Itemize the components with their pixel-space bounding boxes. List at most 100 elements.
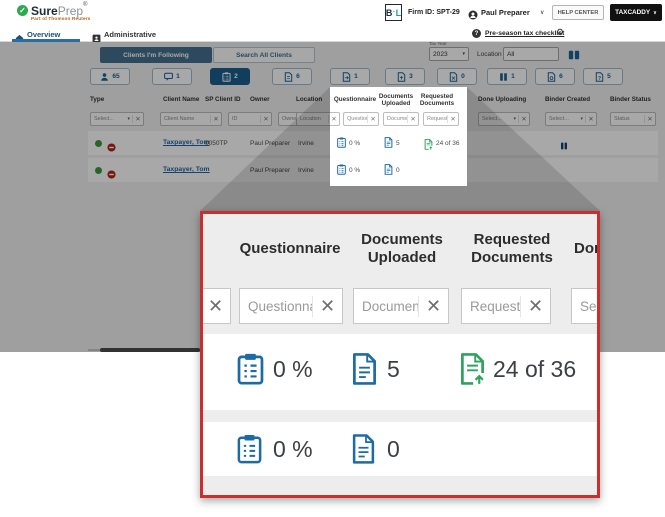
document-export-icon <box>342 71 351 82</box>
horizontal-scrollbar-thumb[interactable] <box>100 348 200 352</box>
preseason-checklist-link[interactable]: Pre-season tax checklist <box>485 30 564 37</box>
clear-filter-icon[interactable]: ✕ <box>585 115 596 123</box>
binder-icon <box>499 72 508 82</box>
status-red-icon <box>107 166 116 184</box>
clear-filter-icon[interactable]: ✕ <box>203 296 230 317</box>
inset-table-row: 0 % 5 24 of 36 <box>203 334 597 410</box>
help-circle-icon: ? <box>472 29 481 38</box>
filter-documents-uploaded[interactable]: Documents✕ <box>383 112 419 126</box>
client-name-link[interactable]: Taxpayer, Tom <box>163 166 210 173</box>
filter-client-name[interactable]: Client Name ✕ <box>160 112 222 126</box>
col-header-client-name[interactable]: Client Name <box>163 96 199 103</box>
clear-filter-icon[interactable]: ✕ <box>518 115 529 123</box>
filter-binder-created[interactable]: Select... ▾ ✕ <box>545 112 597 126</box>
tab-administrative[interactable]: Administrative <box>104 30 156 39</box>
search-all-clients-button[interactable]: Search All Clients <box>213 47 315 63</box>
doc-remove-counter-button[interactable]: 0 <box>437 68 477 85</box>
help-center-button[interactable]: HELP CENTER <box>552 5 604 20</box>
filter-placeholder: Location <box>300 116 321 122</box>
inset-filter-partial-right[interactable]: Select <box>571 288 597 324</box>
clear-filter-icon[interactable]: ✕ <box>367 115 378 123</box>
counter-value: 3 <box>409 73 413 80</box>
status-red-icon <box>107 139 116 157</box>
filter-type[interactable]: Select... ▾ ✕ <box>90 112 144 126</box>
documents-cell: 5 <box>396 140 400 147</box>
documents-page-icon <box>384 137 393 148</box>
clear-filter-icon[interactable]: ✕ <box>447 115 458 123</box>
client-name-link[interactable]: Taxpayer, Tom <box>163 139 210 146</box>
tax-year-select[interactable]: 2023 ▾ <box>429 47 469 61</box>
inset-filter-questionnaire[interactable]: Questionna ✕ <box>239 288 343 324</box>
filter-placeholder: Requested <box>427 116 447 122</box>
location-select[interactable]: All <box>503 47 559 61</box>
tax-year-caret-icon: ▾ <box>462 51 465 57</box>
counter-value: 2 <box>234 73 238 80</box>
col-header-binder-status[interactable]: Binder Status <box>610 96 651 103</box>
filter-location[interactable]: Location ✕ <box>296 112 340 126</box>
binder-counter-button[interactable]: 1 <box>487 68 527 85</box>
clear-filter-icon[interactable]: ✕ <box>328 115 339 123</box>
taxcaddy-button[interactable]: TAXCADDY ∨ <box>610 4 662 21</box>
filter-placeholder: Select... <box>549 116 569 122</box>
col-header-requested-documents[interactable]: Requested Documents <box>414 93 460 107</box>
requested-upload-icon <box>424 137 433 155</box>
clients-counter-button[interactable]: 65 <box>90 68 130 85</box>
clients-following-button[interactable]: Clients I'm Following <box>100 47 212 63</box>
clear-filter-icon[interactable]: ✕ <box>312 295 342 317</box>
filter-requested-documents[interactable]: Requested✕ <box>423 112 459 126</box>
doc-upload-counter-button[interactable]: 3 <box>385 68 425 85</box>
settings-gear-icon[interactable]: ⚙ <box>556 28 564 37</box>
clear-filter-icon[interactable]: ✕ <box>418 295 448 317</box>
col-header-questionnaire[interactable]: Questionnaire <box>332 96 378 103</box>
questionnaire-counter-button[interactable]: 2 <box>210 68 250 85</box>
clear-filter-icon[interactable]: ✕ <box>210 115 221 123</box>
tax-year-label: Tax Year <box>429 41 447 46</box>
col-header-done-uploading[interactable]: Done Uploading <box>478 96 526 103</box>
inset-filter-documents[interactable]: Documents✕ <box>353 288 449 324</box>
filter-questionnaire[interactable]: Questionn✕ <box>343 112 379 126</box>
user-menu-chevron-icon[interactable]: ∨ <box>540 9 544 16</box>
filter-sp-client-id[interactable]: ID ✕ <box>228 112 272 126</box>
inset-col-line2: Documents <box>471 249 553 266</box>
binder-status-counter-button[interactable]: ? 5 <box>583 68 623 85</box>
svg-text:?: ? <box>598 75 601 81</box>
questionnaire-value: 0 % <box>273 436 313 462</box>
filter-placeholder: Select... <box>482 116 502 122</box>
col-header-documents-uploaded[interactable]: Documents Uploaded <box>373 93 419 107</box>
col-header-location[interactable]: Location <box>296 96 322 103</box>
counter-value: 65 <box>112 73 120 80</box>
filter-binder-status[interactable]: Status ✕ <box>610 112 656 126</box>
requested-upload-icon <box>459 352 486 391</box>
binder-created-icon[interactable] <box>560 138 568 156</box>
filter-done-uploading[interactable]: Select... ▾ ✕ <box>478 112 530 126</box>
col-header-type[interactable]: Type <box>90 96 104 103</box>
firm-logo-b: B <box>385 7 393 18</box>
inset-filter-requested[interactable]: Requested✕ <box>461 288 551 324</box>
clear-filter-icon[interactable]: ✕ <box>132 115 143 123</box>
filter-placeholder: Requested <box>470 298 520 314</box>
user-menu[interactable]: Paul Preparer <box>481 8 530 17</box>
documents-counter-button[interactable]: 6 <box>272 68 312 85</box>
clear-filter-icon[interactable]: ✕ <box>407 115 418 123</box>
sp-client-id-cell: 0050TP <box>205 140 228 147</box>
clear-filter-icon[interactable]: ✕ <box>520 295 550 317</box>
sureprep-logo-check-icon: ✓ <box>17 5 28 16</box>
filter-placeholder: Select... <box>94 116 114 122</box>
inset-filter-partial-left[interactable]: ✕ <box>203 288 231 324</box>
messages-counter-button[interactable]: 1 <box>152 68 192 85</box>
doc-export-counter-button[interactable]: 1 <box>330 68 370 85</box>
document-icon <box>284 71 293 82</box>
col-header-binder-created[interactable]: Binder Created <box>545 96 590 103</box>
clear-filter-icon[interactable]: ✕ <box>644 115 655 123</box>
clear-filter-icon[interactable]: ✕ <box>260 115 271 123</box>
document-x-icon <box>449 71 458 82</box>
tab-overview[interactable]: Overview <box>27 30 60 39</box>
magnified-callout: Questionnaire Documents Uploaded Request… <box>200 211 600 498</box>
col-header-sp-client-id[interactable]: SP Client ID <box>205 96 241 103</box>
binder-processing-counter-button[interactable]: 6 <box>535 68 575 85</box>
columns-view-icon[interactable] <box>568 48 580 66</box>
questionnaire-clipboard-icon <box>237 433 262 465</box>
location-value: All <box>507 50 515 58</box>
inset-col-line1: Requested <box>473 231 551 248</box>
col-header-owner[interactable]: Owner <box>250 96 270 103</box>
